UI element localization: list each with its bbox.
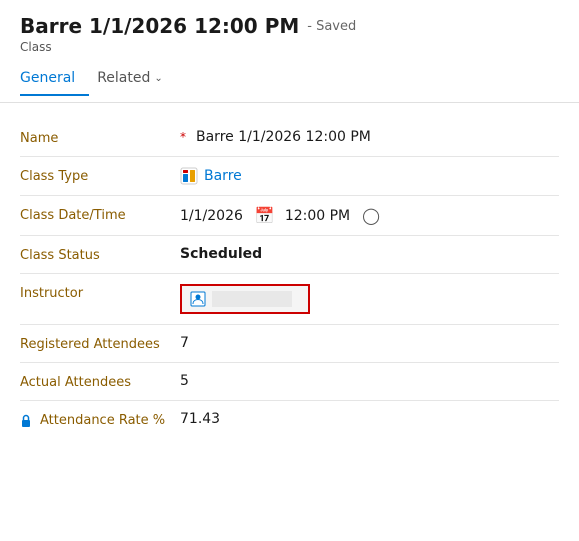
lookup-icon	[190, 291, 206, 307]
chevron-down-icon: ⌄	[154, 73, 162, 84]
class-status-row: Class Status Scheduled	[20, 236, 559, 273]
tab-general[interactable]: General	[20, 62, 89, 96]
instructor-field[interactable]	[180, 284, 310, 314]
page-title: Barre 1/1/2026 12:00 PM	[20, 14, 299, 38]
class-datetime-value: 1/1/2026 📅 12:00 PM ◯	[180, 206, 559, 225]
attendance-rate-value: 71.43	[180, 411, 559, 427]
instructor-text-placeholder	[212, 291, 292, 307]
class-datetime-row: Class Date/Time 1/1/2026 📅 12:00 PM ◯	[20, 196, 559, 235]
actual-attendees-value: 5	[180, 373, 559, 389]
saved-badge: - Saved	[307, 19, 356, 34]
instructor-label: Instructor	[20, 284, 180, 301]
lock-icon	[20, 414, 36, 428]
class-type-value: Barre	[180, 167, 559, 185]
attendance-rate-row: Attendance Rate % 71.43	[20, 401, 559, 438]
actual-attendees-row: Actual Attendees 5	[20, 363, 559, 400]
attendance-rate-label: Attendance Rate %	[20, 411, 180, 428]
class-status-value: Scheduled	[180, 246, 559, 262]
class-type-icon	[180, 167, 198, 185]
class-status-label: Class Status	[20, 246, 180, 263]
instructor-value	[180, 284, 559, 314]
class-type-link[interactable]: Barre	[204, 168, 242, 184]
time-value: 12:00 PM	[285, 208, 350, 224]
form-area: Name * Barre 1/1/2026 12:00 PM Class Typ…	[0, 103, 579, 454]
date-value: 1/1/2026	[180, 208, 243, 224]
class-type-row: Class Type Barre	[20, 157, 559, 195]
registered-attendees-label: Registered Attendees	[20, 335, 180, 352]
registered-attendees-value: 7	[180, 335, 559, 351]
status-text: Scheduled	[180, 246, 262, 262]
class-datetime-label: Class Date/Time	[20, 206, 180, 223]
record-type-label: Class	[20, 40, 559, 54]
header: Barre 1/1/2026 12:00 PM - Saved Class Ge…	[0, 0, 579, 103]
registered-attendees-row: Registered Attendees 7	[20, 325, 559, 362]
class-type-label: Class Type	[20, 167, 180, 184]
instructor-row: Instructor	[20, 274, 559, 324]
actual-attendees-label: Actual Attendees	[20, 373, 180, 390]
tab-related[interactable]: Related ⌄	[97, 62, 177, 96]
name-row: Name * Barre 1/1/2026 12:00 PM	[20, 119, 559, 156]
tab-bar: General Related ⌄	[20, 62, 559, 96]
name-value: * Barre 1/1/2026 12:00 PM	[180, 129, 559, 145]
clock-icon[interactable]: ◯	[362, 206, 380, 225]
required-star: *	[180, 130, 186, 144]
calendar-icon[interactable]: 📅	[255, 206, 275, 225]
name-label: Name	[20, 129, 180, 146]
